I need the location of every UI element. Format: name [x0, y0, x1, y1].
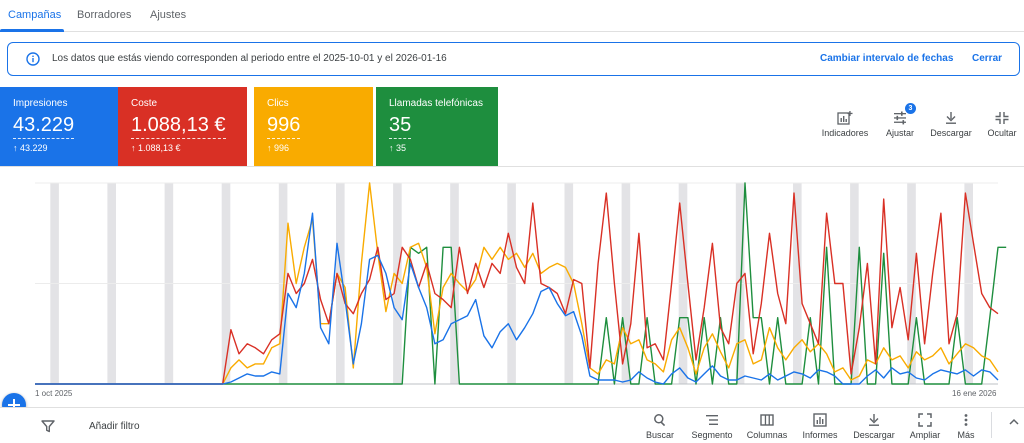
- date-range-banner: Los datos que estás viendo corresponden …: [7, 42, 1020, 76]
- adjust-count-badge: 3: [905, 103, 916, 114]
- tab-campanas[interactable]: Campañas: [8, 9, 61, 21]
- search-icon: [654, 414, 666, 427]
- fullscreen-icon: [918, 413, 932, 427]
- tab-bar: Campañas Borradores Ajustes: [0, 0, 1024, 32]
- collapse-icon: [995, 112, 1009, 124]
- metric-value: 43.229: [13, 113, 75, 139]
- active-tab-indicator: [0, 29, 64, 32]
- x-axis-end-label: 16 ene 2026: [952, 389, 997, 398]
- more-button[interactable]: Más: [953, 413, 979, 440]
- download-icon: [869, 414, 879, 426]
- metric-label: Llamadas telefónicas: [389, 98, 483, 109]
- tab-borradores[interactable]: Borradores: [77, 9, 131, 21]
- search-label: Buscar: [645, 430, 674, 440]
- metric-delta: ↑ 35: [389, 143, 407, 153]
- metric-card-coste[interactable]: Coste 1.088,13 € ↑ 1.088,13 €: [118, 87, 247, 166]
- hide-chart-button[interactable]: Ocultar: [985, 111, 1019, 138]
- download-table-button[interactable]: Descargar: [852, 413, 896, 440]
- hide-chart-label: Ocultar: [987, 128, 1017, 138]
- metric-card-clics[interactable]: Clics 996 ↑ 996: [254, 87, 373, 166]
- columns-label: Columnas: [746, 430, 788, 440]
- adjust-button[interactable]: Ajustar: [882, 111, 918, 138]
- columns-icon: [760, 414, 774, 426]
- metric-delta: ↑ 43.229: [13, 143, 48, 153]
- reports-icon: [813, 413, 827, 427]
- x-axis-start-label: 1 oct 2025: [35, 389, 73, 398]
- metric-label: Impresiones: [13, 98, 68, 109]
- filter-icon[interactable]: [41, 419, 55, 433]
- divider: [991, 412, 992, 438]
- columns-button[interactable]: Columnas: [745, 413, 789, 440]
- tab-ajustes[interactable]: Ajustes: [150, 9, 186, 21]
- reports-button[interactable]: Informes: [800, 413, 840, 440]
- expand-button[interactable]: Ampliar: [906, 413, 944, 440]
- metric-card-llamadas[interactable]: Llamadas telefónicas 35 ↑ 35: [376, 87, 498, 166]
- indicators-button[interactable]: Indicadores: [820, 111, 870, 138]
- add-filter-button[interactable]: Añadir filtro: [89, 421, 140, 432]
- more-vert-icon: [964, 414, 968, 426]
- metric-value: 996: [267, 113, 301, 139]
- download-icon: [946, 112, 956, 124]
- segment-button[interactable]: Segmento: [690, 413, 734, 440]
- add-chart-icon: [837, 111, 853, 125]
- adjust-label: Ajustar: [885, 128, 914, 138]
- metric-delta: ↑ 996: [267, 143, 290, 153]
- metric-delta-value: 35: [396, 143, 407, 153]
- metric-value: 1.088,13 €: [131, 113, 226, 139]
- segment-icon: [706, 415, 718, 425]
- metric-delta-value: 43.229: [20, 143, 48, 153]
- tune-icon: [894, 111, 906, 125]
- metric-delta-value: 1.088,13 €: [138, 143, 181, 153]
- expand-label: Ampliar: [909, 430, 941, 440]
- info-icon: [26, 52, 40, 66]
- metric-delta: ↑ 1.088,13 €: [131, 143, 181, 153]
- more-label: Más: [957, 430, 975, 440]
- reports-label: Informes: [802, 430, 838, 440]
- download-label: Descargar: [930, 128, 972, 138]
- metric-card-impresiones[interactable]: Impresiones 43.229 ↑ 43.229: [0, 87, 118, 166]
- banner-message: Los datos que estás viendo corresponden …: [52, 53, 447, 64]
- indicators-label: Indicadores: [821, 128, 869, 138]
- search-button[interactable]: Buscar: [640, 413, 680, 440]
- metric-label: Coste: [131, 98, 158, 109]
- download-table-label: Descargar: [853, 430, 895, 440]
- close-banner-link[interactable]: Cerrar: [972, 53, 1002, 64]
- metric-label: Clics: [267, 98, 289, 109]
- change-date-range-link[interactable]: Cambiar intervalo de fechas: [820, 53, 953, 64]
- chevron-up-icon[interactable]: [1008, 416, 1020, 428]
- metric-value: 35: [389, 113, 412, 139]
- metric-delta-value: 996: [274, 143, 290, 153]
- segment-label: Segmento: [691, 430, 733, 440]
- download-button[interactable]: Descargar: [929, 111, 973, 138]
- performance-line-chart: [35, 182, 1007, 385]
